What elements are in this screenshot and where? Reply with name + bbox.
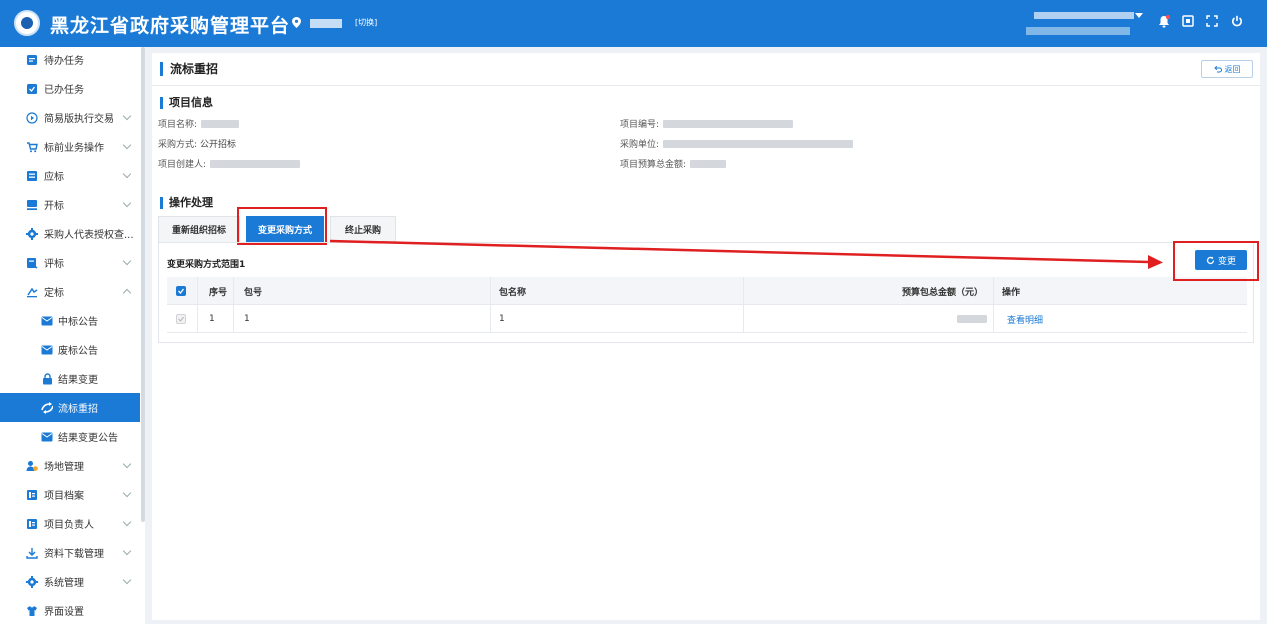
chevron-down-icon (122, 111, 132, 120)
mail-icon (41, 431, 53, 443)
purchase-method-field: 采购方式: 公开招标 (158, 140, 237, 150)
chevron-up-icon (122, 288, 132, 298)
project-code-field: 项目编号: (620, 117, 794, 130)
cell-index: 1 (209, 314, 215, 324)
shirt-icon (26, 605, 38, 617)
col-budget: 预算包总金额（元） (901, 287, 983, 298)
open-bid-icon (26, 199, 38, 211)
col-action: 操作 (1002, 287, 1021, 298)
sidebar-item-pre-bid[interactable]: 标前业务操作 (0, 132, 140, 161)
todo-icon (26, 54, 38, 66)
power-icon[interactable] (1229, 15, 1245, 31)
cell-package-no: 1 (244, 314, 250, 324)
select-all-checkbox[interactable] (176, 277, 186, 305)
chevron-down-icon (122, 575, 132, 584)
back-button[interactable]: 返回 (1201, 60, 1253, 78)
chevron-down-icon (122, 140, 132, 149)
chevron-down-icon (122, 256, 132, 265)
sidebar-item-award[interactable]: 定标 (0, 277, 140, 306)
sidebar-item-winning-notice[interactable]: 中标公告 (0, 306, 140, 335)
download-icon (26, 547, 38, 559)
tab-highlight-box (237, 207, 327, 245)
sidebar-item-purchaser-auth[interactable]: 采购人代表授权查... (0, 219, 140, 248)
sidebar-item-bid-response[interactable]: 应标 (0, 161, 140, 190)
sidebar-item-evaluation[interactable]: 评标 (0, 248, 140, 277)
sidebar-item-done[interactable]: 已办任务 (0, 74, 140, 103)
page-title: 流标重招 (160, 62, 218, 76)
change-button-highlight-box (1173, 241, 1259, 281)
award-icon (26, 286, 38, 298)
chevron-down-icon (122, 169, 132, 178)
venue-icon (26, 460, 38, 472)
gear-icon (26, 227, 38, 240)
archive-icon (26, 489, 38, 501)
cart-icon (26, 141, 38, 153)
location-pin-icon (292, 17, 301, 28)
project-budget-field: 项目预算总金额: (620, 157, 727, 170)
row-checkbox[interactable] (176, 305, 186, 333)
gear-icon (26, 575, 38, 588)
divider (152, 85, 1260, 86)
user-info-redacted[interactable] (1020, 9, 1135, 37)
sidebar-item-result-change-notice[interactable]: 结果变更公告 (0, 422, 140, 451)
tab-terminate[interactable]: 终止采购 (330, 216, 396, 242)
sidebar-item-project-lead[interactable]: 项目负责人 (0, 509, 140, 538)
sidebar-item-ui-settings[interactable]: 界面设置 (0, 596, 140, 624)
main-panel: 流标重招 返回 项目信息 项目名称: 项目编号: 采购方式: 公开招标 采购单位:… (152, 53, 1260, 620)
chevron-down-icon (122, 459, 132, 468)
user-dropdown-caret-icon[interactable] (1135, 13, 1143, 18)
sidebar: 待办任务 已办任务 简易版执行交易 标前业务操作 应标 开标 采购人代表授权查.… (0, 47, 145, 624)
project-name-field: 项目名称: (158, 117, 240, 130)
top-header: 黑龙江省政府采购管理平台 [切换] (0, 0, 1267, 47)
app-title: 黑龙江省政府采购管理平台 (50, 15, 291, 37)
sidebar-item-bid-opening[interactable]: 开标 (0, 190, 140, 219)
person-card-icon (26, 518, 38, 530)
col-index: 序号 (209, 287, 228, 298)
window-icon[interactable] (1180, 15, 1196, 31)
done-icon (26, 83, 38, 95)
operation-title: 操作处理 (160, 197, 213, 209)
mail-icon (41, 315, 53, 327)
sidebar-item-void-notice[interactable]: 废标公告 (0, 335, 140, 364)
sidebar-item-retender[interactable]: 流标重招 (0, 393, 140, 422)
col-package-no: 包号 (244, 287, 263, 298)
sidebar-scrollbar[interactable] (141, 47, 145, 522)
cell-package-name: 1 (499, 314, 505, 324)
logo-icon (14, 10, 40, 36)
chevron-down-icon (122, 198, 132, 207)
col-package-name: 包名称 (499, 287, 527, 298)
lock-icon (41, 372, 53, 385)
sidebar-item-todo[interactable]: 待办任务 (0, 45, 140, 74)
sidebar-item-result-change[interactable]: 结果变更 (0, 364, 140, 393)
sidebar-item-archive[interactable]: 项目档案 (0, 480, 140, 509)
chevron-down-icon (122, 488, 132, 497)
sidebar-item-simple-trade[interactable]: 简易版执行交易 (0, 103, 140, 132)
region-name-redacted (310, 19, 342, 28)
project-info-title: 项目信息 (160, 97, 213, 109)
undo-icon (1213, 65, 1222, 73)
play-circle-icon (26, 111, 38, 124)
notification-bell-icon[interactable] (1156, 15, 1172, 31)
table-row: 1 1 1 查看明细 (167, 305, 1247, 333)
sidebar-item-download[interactable]: 资料下载管理 (0, 538, 140, 567)
table-header: 序号 包号 包名称 预算包总金额（元） 操作 (167, 277, 1247, 305)
fullscreen-icon[interactable] (1204, 15, 1220, 31)
range-label: 变更采购方式范围1 (167, 260, 246, 270)
bid-icon (26, 170, 38, 182)
tab-panel: 变更采购方式范围1 变更 序号 包号 包名称 预算包总金额（元） 操作 1 1 … (158, 242, 1254, 343)
purchase-unit-field: 采购单位: (620, 137, 854, 150)
sidebar-item-venue[interactable]: 场地管理 (0, 451, 140, 480)
sidebar-item-system[interactable]: 系统管理 (0, 567, 140, 596)
switch-region-link[interactable]: [切换] (355, 17, 377, 28)
mail-icon (41, 344, 53, 356)
chevron-down-icon (122, 517, 132, 526)
chevron-down-icon (122, 546, 132, 555)
view-detail-link[interactable]: 查看明细 (1007, 305, 1043, 333)
project-creator-field: 项目创建人: (158, 157, 301, 170)
evaluate-icon (26, 257, 38, 269)
tab-reorganize-tender[interactable]: 重新组织招标 (158, 216, 240, 242)
retender-icon (41, 401, 53, 414)
cell-budget-redacted (957, 305, 987, 333)
